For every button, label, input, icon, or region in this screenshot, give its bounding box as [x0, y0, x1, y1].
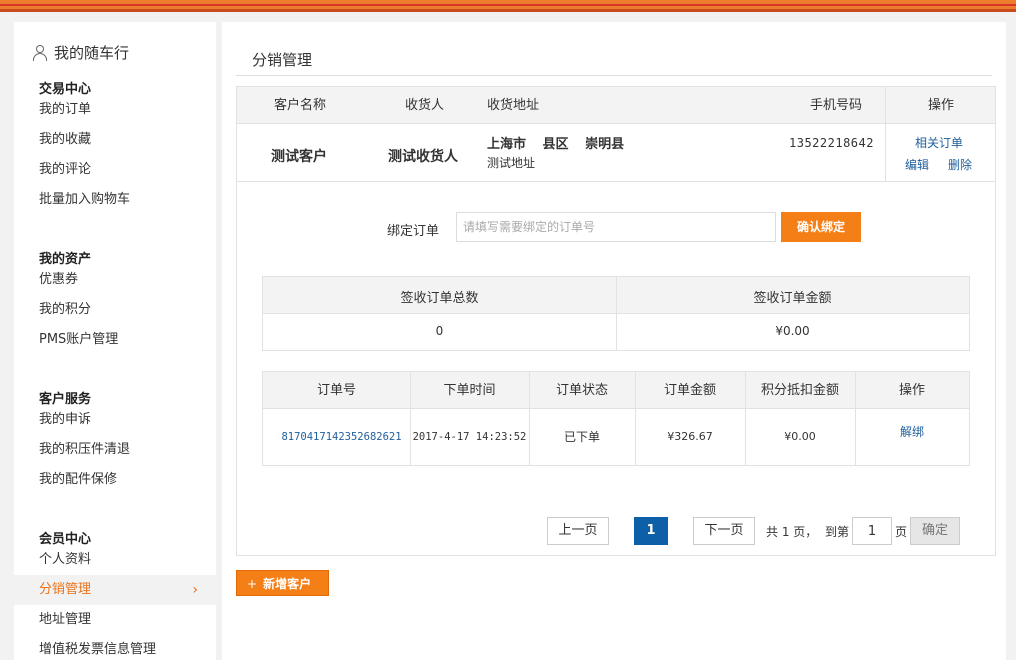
- order-status: 已下单: [563, 430, 600, 444]
- order-time: 2017-4-17 14:23:52: [412, 431, 527, 443]
- receiver-name: 测试收货人: [388, 149, 458, 165]
- sidebar-item-inventory-clearance[interactable]: 我的积压件清退: [14, 435, 216, 465]
- address-city: 上海市: [487, 137, 527, 152]
- total-pages-text: 共 1 页，: [766, 525, 818, 539]
- sidebar-item-coupons[interactable]: 优惠券: [14, 265, 216, 295]
- pagination: 上一页 1 下一页 共 1 页， 到第 页 确定: [237, 517, 997, 547]
- prev-page-button[interactable]: 上一页: [547, 517, 609, 545]
- header-phone: 手机号码: [810, 98, 863, 113]
- user-icon: [32, 44, 48, 61]
- customer-panel: 客户名称 收货人 收货地址 手机号码 操作 测试客户 测试收货人 上海市 县区 …: [236, 86, 996, 556]
- goto-confirm-button[interactable]: 确定: [910, 517, 960, 545]
- current-page-button[interactable]: 1: [634, 517, 668, 545]
- page-title: 分销管理: [252, 51, 313, 69]
- sidebar-item-profile[interactable]: 个人资料: [14, 545, 216, 575]
- customer-table-header: 客户名称 收货人 收货地址 手机号码 操作: [237, 87, 995, 124]
- sidebar: 我的随车行 交易中心 我的订单 我的收藏 我的评论 批量加入购物车 我的资产 优…: [14, 22, 216, 660]
- page-unit-label: 页: [895, 525, 908, 539]
- sidebar-item-label: 分销管理: [39, 582, 92, 597]
- confirm-bind-button[interactable]: 确认绑定: [781, 212, 861, 242]
- header-actions: 操作: [928, 98, 955, 113]
- sidebar-title[interactable]: 我的随车行: [32, 42, 129, 63]
- related-orders-link[interactable]: 相关订单: [915, 134, 963, 151]
- sidebar-item-pms-account[interactable]: PMS账户管理: [14, 325, 216, 355]
- summary-amount-value: ¥0.00: [775, 324, 810, 338]
- delete-link[interactable]: 删除: [948, 156, 972, 173]
- header-address: 收货地址: [487, 98, 540, 113]
- unbind-link[interactable]: 解绑: [855, 404, 969, 460]
- header-order-status: 订单状态: [555, 383, 608, 398]
- header-order-time: 下单时间: [443, 383, 496, 398]
- summary-count-value: 0: [435, 324, 444, 338]
- sidebar-item-vat-invoice[interactable]: 增值税发票信息管理: [14, 635, 216, 660]
- header-receiver: 收货人: [405, 98, 445, 113]
- order-table: 订单号 下单时间 订单状态 订单金额 积分抵扣金额 操作 81704171423…: [262, 371, 970, 466]
- bind-order-label: 绑定订单: [387, 224, 440, 239]
- add-customer-button[interactable]: + 新增客户: [236, 570, 329, 596]
- order-points-amount: ¥0.00: [784, 430, 816, 443]
- header-points-deduction: 积分抵扣金额: [760, 383, 839, 398]
- edit-link[interactable]: 编辑: [905, 156, 929, 173]
- sidebar-item-favorites[interactable]: 我的收藏: [14, 125, 216, 155]
- order-amount: ¥326.67: [667, 430, 713, 443]
- sidebar-item-points[interactable]: 我的积分: [14, 295, 216, 325]
- sidebar-item-appeals[interactable]: 我的申诉: [14, 405, 216, 435]
- top-banner: [0, 0, 1016, 12]
- summary-header-count: 签收订单总数: [400, 291, 479, 306]
- phone-number: 13522218642: [789, 136, 874, 150]
- main-panel: 分销管理 客户名称 收货人 收货地址 手机号码 操作 测试客户 测试收货人 上海…: [222, 22, 1006, 660]
- goto-page-input[interactable]: [852, 517, 892, 545]
- sidebar-item-parts-warranty[interactable]: 我的配件保修: [14, 465, 216, 495]
- sidebar-item-address[interactable]: 地址管理: [14, 605, 216, 635]
- column-divider: [885, 87, 886, 182]
- order-number-link[interactable]: 8170417142352682621: [273, 409, 410, 465]
- summary-table: 签收订单总数 签收订单金额 0 ¥0.00: [262, 276, 970, 351]
- customer-row: 测试客户 测试收货人 上海市 县区 崇明县 测试地址 13522218642 相…: [237, 124, 995, 182]
- sidebar-item-distribution[interactable]: 分销管理 ›: [14, 575, 216, 605]
- bind-order-input[interactable]: [456, 212, 776, 242]
- sidebar-title-label: 我的随车行: [54, 44, 130, 62]
- header-customer-name: 客户名称: [274, 98, 327, 113]
- add-customer-label: 新增客户: [263, 577, 312, 591]
- sidebar-item-bulk-cart[interactable]: 批量加入购物车: [14, 185, 216, 215]
- sidebar-item-reviews[interactable]: 我的评论: [14, 155, 216, 185]
- address-district: 崇明县: [585, 137, 625, 152]
- header-order-no: 订单号: [316, 383, 356, 398]
- customer-name: 测试客户: [271, 149, 327, 165]
- summary-header-amount: 签收订单金额: [753, 291, 832, 306]
- next-page-button[interactable]: 下一页: [693, 517, 755, 545]
- top-banner-stripe: [0, 4, 1016, 6]
- address-region: 上海市 县区 崇明县: [487, 133, 636, 152]
- address-detail: 测试地址: [487, 156, 536, 170]
- top-banner-stripe: [0, 9, 1016, 12]
- title-divider: [236, 75, 992, 76]
- plus-icon: +: [247, 577, 258, 591]
- sidebar-item-my-orders[interactable]: 我的订单: [14, 95, 216, 125]
- header-order-amount: 订单金额: [663, 383, 716, 398]
- address-district-type: 县区: [542, 137, 569, 152]
- chevron-right-icon: ›: [192, 582, 198, 598]
- goto-page-label: 到第: [825, 525, 850, 539]
